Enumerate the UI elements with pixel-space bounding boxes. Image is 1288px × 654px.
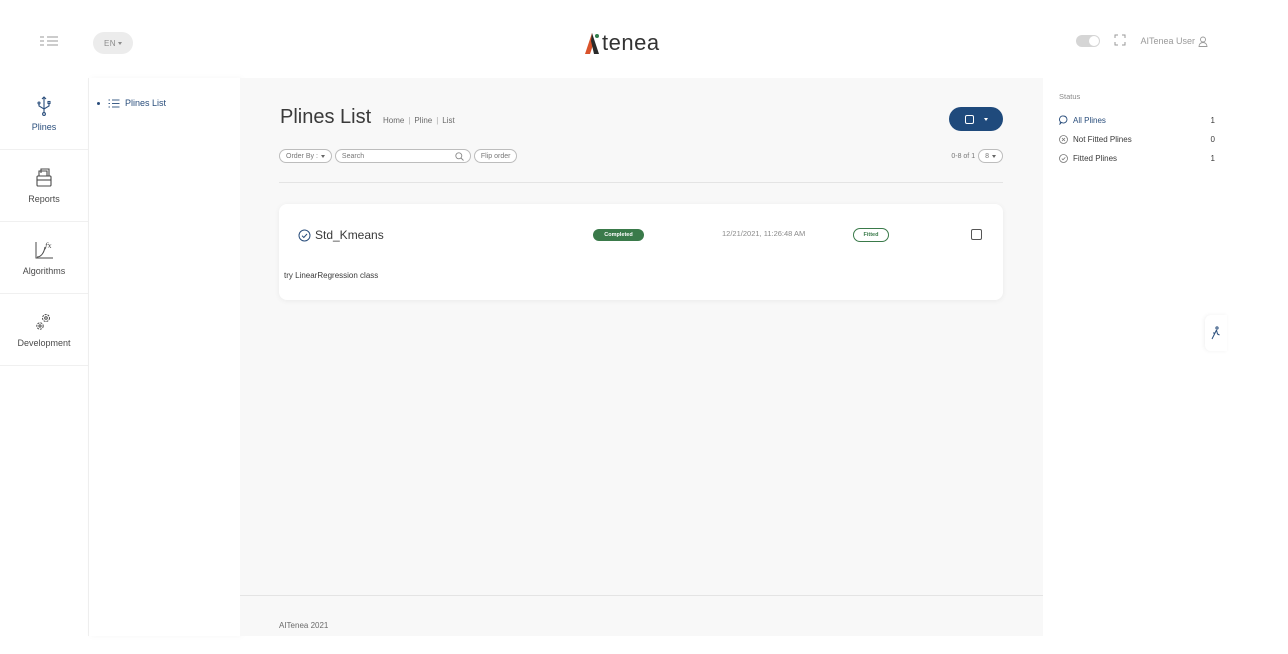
sidebar-item-label: Algorithms <box>22 265 66 276</box>
top-bar: EN tenea AITenea User <box>0 0 1288 78</box>
sidebar-item-plines[interactable]: Plines <box>0 78 88 150</box>
order-by-dropdown[interactable]: Order By : <box>279 149 332 163</box>
gears-icon <box>36 313 50 330</box>
breadcrumb-list: List <box>442 116 455 125</box>
page-size-value: 8 <box>985 152 989 160</box>
status-count: 0 <box>1210 135 1215 144</box>
status-heading: Status <box>1059 92 1081 101</box>
check-circle-icon <box>1059 154 1068 163</box>
sidebar-item-development[interactable]: Development <box>0 294 88 366</box>
chevron-down-icon <box>320 154 325 158</box>
function-chart-icon: fx <box>35 241 53 258</box>
pagination: 0-8 of 1 8 <box>951 149 1003 163</box>
status-filter-not-fitted[interactable]: Not Fitted Plines 0 <box>1059 135 1215 144</box>
chevron-down-icon <box>118 41 123 45</box>
language-label: EN <box>103 38 117 48</box>
chevron-down-icon <box>983 117 988 121</box>
pline-checkbox[interactable] <box>971 229 982 240</box>
theme-toggle[interactable] <box>1076 35 1101 47</box>
status-label: Fitted Plines <box>1073 154 1118 163</box>
floating-help-tab[interactable] <box>1205 315 1227 351</box>
status-filter-all[interactable]: All Plines 1 <box>1059 115 1215 125</box>
sidebar-item-label: Reports <box>28 193 60 204</box>
status-filter-fitted[interactable]: Fitted Plines 1 <box>1059 154 1215 163</box>
breadcrumb: Home | Pline | List <box>383 116 455 125</box>
breadcrumb-separator: | <box>408 116 411 125</box>
chevron-down-icon <box>992 154 996 158</box>
x-circle-icon <box>1059 135 1068 144</box>
breadcrumb-separator: | <box>436 116 439 125</box>
sub-menu: Plines List <box>89 78 240 636</box>
submenu-item-plines-list[interactable]: Plines List <box>97 98 166 108</box>
reports-icon <box>36 167 52 187</box>
pline-date: 12/21/2021, 11:26:48 AM <box>722 229 806 238</box>
status-label: All Plines <box>1073 115 1106 125</box>
app-logo: tenea <box>582 28 660 58</box>
search-input[interactable]: Search <box>334 149 471 163</box>
submenu-item-label: Plines List <box>125 98 167 108</box>
bulk-select-button[interactable] <box>949 107 1003 131</box>
usb-icon <box>37 95 51 116</box>
list-icon <box>108 99 120 107</box>
search-icon <box>455 151 464 161</box>
top-right-controls: AITenea User <box>1076 34 1208 48</box>
status-count: 1 <box>1210 154 1215 163</box>
flip-order-button[interactable]: Flip order <box>473 149 518 163</box>
footer-divider <box>240 595 1043 596</box>
user-name: AITenea User <box>1140 36 1195 46</box>
sidebar-item-label: Development <box>17 337 71 348</box>
icon-sidebar: Plines Reports fx Algorithms Development <box>0 78 88 636</box>
content-divider <box>279 182 1003 183</box>
filter-bar: Order By : Search Flip order <box>279 149 518 163</box>
range-label: 0-8 of 1 <box>951 152 976 160</box>
status-count: 1 <box>1210 115 1215 125</box>
logo-mark-icon <box>585 33 599 54</box>
breadcrumb-home[interactable]: Home <box>383 116 404 125</box>
check-circle-icon <box>298 229 311 241</box>
pline-description: try LinearRegression class <box>284 271 379 280</box>
search-placeholder: Search <box>341 152 365 160</box>
fullscreen-icon[interactable] <box>1114 34 1126 48</box>
logo-text: tenea <box>602 30 660 55</box>
menu-toggle-icon[interactable] <box>38 33 60 49</box>
svg-text:fx: fx <box>44 242 52 250</box>
flip-order-label: Flip order <box>480 152 511 160</box>
running-person-icon <box>1211 326 1220 340</box>
status-badge: Completed <box>593 229 644 241</box>
page-title: Plines List <box>280 106 372 128</box>
sidebar-item-algorithms[interactable]: fx Algorithms <box>0 222 88 294</box>
order-by-label: Order By : <box>286 152 318 160</box>
pline-name: Std_Kmeans <box>315 228 384 242</box>
user-menu[interactable]: AITenea User <box>1140 36 1208 47</box>
status-label: Not Fitted Plines <box>1073 135 1132 144</box>
page-size-dropdown[interactable]: 8 <box>978 149 1003 163</box>
pline-card[interactable]: Std_Kmeans Completed 12/21/2021, 11:26:4… <box>279 204 1003 300</box>
fitted-badge: Fitted <box>853 228 889 242</box>
main-content: Plines List Home | Pline | List Order By… <box>240 78 1043 636</box>
language-selector[interactable]: EN <box>93 32 133 54</box>
status-panel: Status All Plines 1 Not Fitted Plines 0 <box>1043 78 1223 636</box>
sidebar-item-reports[interactable]: Reports <box>0 150 88 222</box>
bullet-icon <box>97 101 100 105</box>
chat-bubble-icon <box>1059 115 1068 125</box>
pline-title[interactable]: Std_Kmeans <box>298 228 384 242</box>
sidebar-item-label: Plines <box>31 121 57 132</box>
breadcrumb-pline[interactable]: Pline <box>414 116 432 125</box>
user-icon <box>1198 36 1208 47</box>
footer-text: AITenea 2021 <box>279 621 329 630</box>
checkbox-icon <box>964 114 974 124</box>
app-root: EN tenea AITenea User Plines Reports fx … <box>0 0 1288 654</box>
